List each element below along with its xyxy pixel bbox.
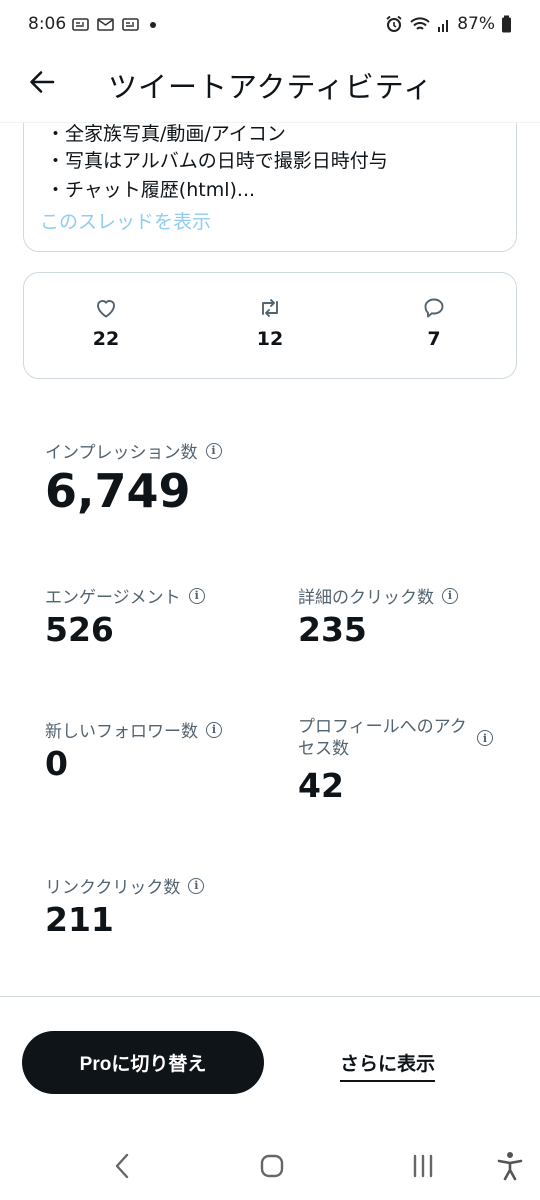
chevron-left-icon — [115, 1153, 129, 1179]
link-clicks-label: リンククリック数 i — [45, 873, 205, 898]
tweet-text-line: ・チャット履歴(html)... — [46, 179, 256, 201]
link-clicks-value: 211 — [45, 900, 114, 939]
impressions-label: インプレッション数 i — [45, 438, 222, 463]
battery-icon — [502, 15, 511, 33]
nav-back-button[interactable] — [104, 1148, 140, 1184]
page-title: ツイートアクティビティ — [108, 70, 434, 104]
detail-clicks-label: 詳細のクリック数 i — [298, 583, 458, 608]
impressions-value: 6,749 — [45, 464, 191, 518]
impressions-label-text: インプレッション数 — [45, 443, 198, 463]
wifi-icon — [410, 17, 430, 30]
likes-stat: 22 — [66, 296, 146, 350]
nav-home-button[interactable] — [254, 1148, 290, 1184]
profile-visits-label: プロフィールへのアク セス数 — [298, 716, 478, 760]
arrow-left-icon — [30, 71, 55, 93]
profile-visits-label-line: セス数 — [298, 739, 349, 759]
recents-icon — [413, 1154, 433, 1178]
replies-count: 7 — [427, 328, 441, 350]
reply-icon — [424, 298, 444, 318]
alarm-icon — [386, 15, 402, 32]
detail-clicks-label-text: 詳細のクリック数 — [298, 588, 434, 608]
tweet-text-line: ・全家族写真/動画/アイコン — [46, 123, 286, 145]
signal-icon — [438, 20, 449, 32]
status-indicators: 87% — [385, 14, 512, 34]
retweets-stat: 12 — [230, 296, 310, 350]
info-icon[interactable]: i — [442, 587, 458, 604]
show-more-link[interactable]: さらに表示 — [340, 1049, 436, 1082]
show-thread-link[interactable]: このスレッドを表示 — [40, 207, 211, 234]
retweets-count: 12 — [256, 328, 284, 350]
engagements-value: 526 — [45, 610, 114, 649]
profile-visits-label-line: プロフィールへのアク — [298, 717, 467, 737]
notification-icon — [72, 18, 89, 31]
new-followers-value: 0 — [45, 744, 68, 783]
info-icon[interactable]: i — [206, 721, 222, 738]
notification-icon — [122, 18, 139, 31]
nav-recents-button[interactable] — [405, 1148, 441, 1184]
app-header: ツイートアクティビティ — [0, 50, 540, 123]
new-followers-label-text: 新しいフォロワー数 — [45, 722, 198, 742]
profile-visits-value: 42 — [298, 766, 344, 805]
status-time: 8:06 — [28, 14, 67, 34]
likes-count: 22 — [92, 328, 120, 350]
engagements-label-text: エンゲージメント — [45, 588, 181, 608]
footer-divider — [0, 996, 540, 997]
info-icon[interactable]: i — [188, 587, 205, 604]
new-followers-label: 新しいフォロワー数 i — [45, 717, 222, 742]
accessibility-icon — [497, 1152, 523, 1181]
mail-icon — [97, 18, 114, 31]
back-button[interactable] — [22, 62, 62, 102]
status-bar: 8:06 87% — [0, 0, 540, 50]
heart-icon — [97, 300, 115, 318]
more-notifications-dot — [150, 22, 156, 28]
engagements-label: エンゲージメント i — [45, 583, 205, 608]
accessibility-button[interactable] — [492, 1148, 528, 1184]
header-divider — [0, 122, 540, 123]
link-clicks-label-text: リンククリック数 — [45, 878, 181, 898]
info-icon[interactable]: i — [205, 442, 222, 459]
info-icon[interactable]: i — [477, 730, 493, 746]
battery-percent: 87% — [457, 14, 495, 34]
info-icon[interactable]: i — [188, 877, 205, 894]
replies-stat: 7 — [394, 296, 474, 350]
tweet-preview: ・全家族写真/動画/アイコン ・写真はアルバムの日時で撮影日時付与 ・チャット履… — [0, 123, 540, 263]
tweet-text-line: ・写真はアルバムの日時で撮影日時付与 — [46, 150, 388, 172]
switch-to-pro-button[interactable]: Proに切り替え — [22, 1031, 264, 1094]
retweet-icon — [262, 299, 278, 317]
home-icon — [260, 1154, 284, 1178]
detail-clicks-value: 235 — [298, 610, 367, 649]
